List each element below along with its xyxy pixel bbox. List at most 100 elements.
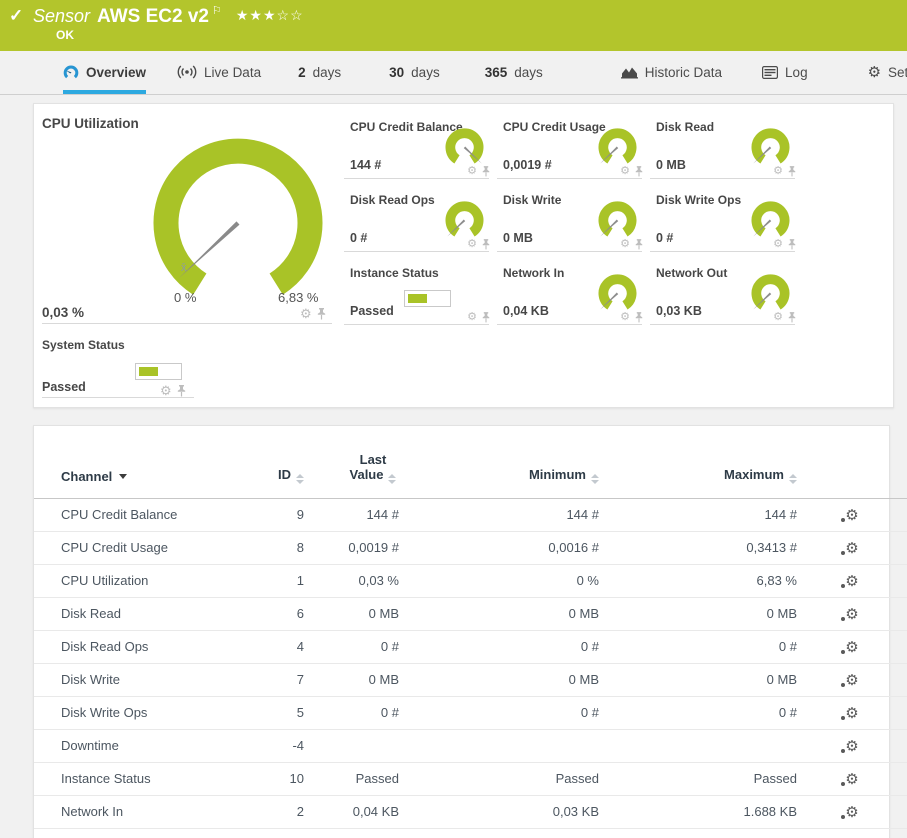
channel-settings-icon[interactable]: ⚙ (467, 165, 477, 178)
edit-channel-gear-icon[interactable]: ⚙ (841, 671, 859, 689)
channel-settings-icon[interactable]: ⚙ (773, 165, 783, 178)
tab-live-data[interactable]: Live Data (177, 51, 261, 94)
cell-channel: Network In (34, 795, 219, 829)
mini-title: Network In (503, 266, 565, 280)
gauge-icon (63, 65, 79, 78)
table-row[interactable]: CPU Utilization 1 0,03 % 0 % 6,83 % ⚙ (34, 564, 907, 598)
edit-channel-gear-icon[interactable]: ⚙ (841, 605, 859, 623)
tab-settings[interactable]: ⚙ Settings (868, 51, 907, 94)
column-header-minimum[interactable]: Minimum (399, 426, 599, 499)
table-row[interactable]: Disk Write 7 0 MB 0 MB 0 MB ⚙ (34, 663, 907, 697)
gauge-scale-max: 6,83 % (278, 290, 319, 305)
table-row[interactable]: Disk Read Ops 4 0 #0 #0 # ⚙ (34, 630, 907, 664)
cell-channel: CPU Utilization (34, 564, 219, 598)
cell-maximum: 0,3413 # (599, 531, 797, 565)
edit-channel-gear-icon[interactable]: ⚙ (841, 638, 859, 656)
tab-365-days[interactable]: 365 days (485, 51, 543, 94)
tab-label: days (411, 64, 440, 80)
table-row[interactable]: Network In 2 0,04 KB 0,03 KB 1.688 KB ⚙ (34, 795, 907, 829)
cell-id: -4 (219, 729, 304, 763)
pin-icon[interactable] (482, 312, 490, 323)
cell-maximum: 0 MB (599, 663, 797, 697)
mini-panel-network-in: Network In 0,04 KB ⚙ (497, 257, 650, 330)
cell-channel: Disk Write (34, 663, 219, 697)
log-icon (762, 65, 779, 79)
column-header-id[interactable]: ID (219, 426, 304, 499)
cell-maximum: 0 # (599, 696, 797, 730)
channel-table-panel: Channel ID Last Value Minimum Maximum CP… (33, 425, 907, 838)
cell-last-value (304, 729, 399, 763)
column-header-channel[interactable]: Channel (34, 426, 219, 499)
mini-panel-instance-status: Instance Status Passed ⚙ (344, 257, 497, 330)
cell-minimum: 144 # (399, 498, 599, 532)
pin-icon[interactable] (788, 166, 796, 177)
edit-channel-gear-icon[interactable]: ⚙ (841, 770, 859, 788)
edit-channel-gear-icon[interactable]: ⚙ (841, 803, 859, 821)
tab-30-days[interactable]: 30 days (389, 51, 440, 94)
pin-icon[interactable] (482, 166, 490, 177)
column-header-last-value[interactable]: Last Value (304, 426, 399, 499)
channel-settings-icon[interactable]: ⚙ (620, 238, 630, 251)
tab-label: days (514, 64, 543, 80)
pin-icon[interactable] (788, 239, 796, 250)
table-row[interactable]: Instance Status 10 Passed Passed Passed ⚙ (34, 762, 907, 796)
table-row[interactable]: Downtime -4 ⚙ (34, 729, 907, 763)
pin-icon[interactable] (635, 166, 643, 177)
pin-icon[interactable] (317, 307, 326, 320)
channel-settings-icon[interactable]: ⚙ (773, 238, 783, 251)
tab-2-days[interactable]: 2 days (298, 51, 341, 94)
cell-last-value: 0,03 % (304, 564, 399, 598)
pin-icon[interactable] (635, 239, 643, 250)
channel-settings-icon[interactable]: ⚙ (773, 311, 783, 324)
pin-icon[interactable] (177, 384, 186, 397)
tab-historic-data[interactable]: Historic Data (620, 51, 722, 94)
cell-channel: CPU Credit Usage (34, 531, 219, 565)
sensor-kicker: Sensor (33, 6, 91, 26)
table-row[interactable]: CPU Credit Usage 8 0,0019 #0,0016 #0,3413 … (34, 531, 907, 565)
table-row[interactable]: Disk Read 6 0 MB 0 MB 0 MB ⚙ (34, 597, 907, 631)
table-row[interactable]: CPU Credit Balance 9 144 #144 #144 # ⚙ (34, 498, 907, 532)
edit-channel-gear-icon[interactable]: ⚙ (841, 704, 859, 722)
cell-id: 10 (219, 762, 304, 796)
tab-label: Live Data (204, 64, 262, 80)
mini-title: Disk Read Ops (350, 193, 435, 207)
pin-icon[interactable] (788, 312, 796, 323)
sort-icon (789, 473, 797, 484)
mini-value: 0 # (656, 231, 674, 245)
edit-channel-gear-icon[interactable]: ⚙ (841, 539, 859, 557)
table-row[interactable]: Disk Write Ops 5 0 #0 #0 # ⚙ (34, 696, 907, 730)
column-header-maximum[interactable]: Maximum (599, 426, 797, 499)
pin-icon[interactable] (482, 239, 490, 250)
mini-title: Disk Write (503, 193, 562, 207)
channel-settings-icon[interactable]: ⚙ (160, 384, 172, 397)
mini-panel-disk-write: Disk Write 0 MB ⚙ (497, 184, 650, 257)
mini-gauge-grid: CPU Credit Balance 144 # ⚙ CPU Credit Usage… (344, 111, 803, 330)
cell-channel: Disk Read (34, 597, 219, 631)
priority-stars[interactable]: ★★★☆☆ (236, 7, 304, 23)
tab-log[interactable]: Log (762, 51, 808, 94)
edit-channel-gear-icon[interactable]: ⚙ (841, 737, 859, 755)
cell-maximum: 6,83 % (599, 564, 797, 598)
cell-minimum: 0 % (399, 564, 599, 598)
tab-label: Overview (86, 64, 147, 80)
channel-settings-icon[interactable]: ⚙ (620, 165, 630, 178)
channel-settings-icon[interactable]: ⚙ (620, 311, 630, 324)
channel-settings-icon[interactable]: ⚙ (467, 238, 477, 251)
channel-settings-icon[interactable]: ⚙ (467, 311, 477, 324)
cell-minimum: 0 MB (399, 663, 599, 697)
system-status-title: System Status (42, 338, 125, 352)
divider (42, 397, 194, 398)
pin-icon[interactable] (635, 312, 643, 323)
tab-overview[interactable]: Overview (63, 51, 147, 94)
cell-maximum (599, 729, 797, 763)
channel-settings-icon[interactable]: ⚙ (300, 307, 312, 320)
mini-panel-disk-read: Disk Read 0 MB ⚙ (650, 111, 803, 184)
mini-panel-cpu-credit-balance: CPU Credit Balance 144 # ⚙ (344, 111, 497, 184)
flag-icon[interactable]: ⚐ (212, 5, 222, 17)
edit-channel-gear-icon[interactable]: ⚙ (841, 572, 859, 590)
mini-panel-disk-read-ops: Disk Read Ops 0 # ⚙ (344, 184, 497, 257)
cell-channel: CPU Credit Balance (34, 498, 219, 532)
edit-channel-gear-icon[interactable]: ⚙ (841, 506, 859, 524)
channel-table: Channel ID Last Value Minimum Maximum CP… (34, 426, 907, 829)
cell-minimum: 0,03 KB (399, 795, 599, 829)
